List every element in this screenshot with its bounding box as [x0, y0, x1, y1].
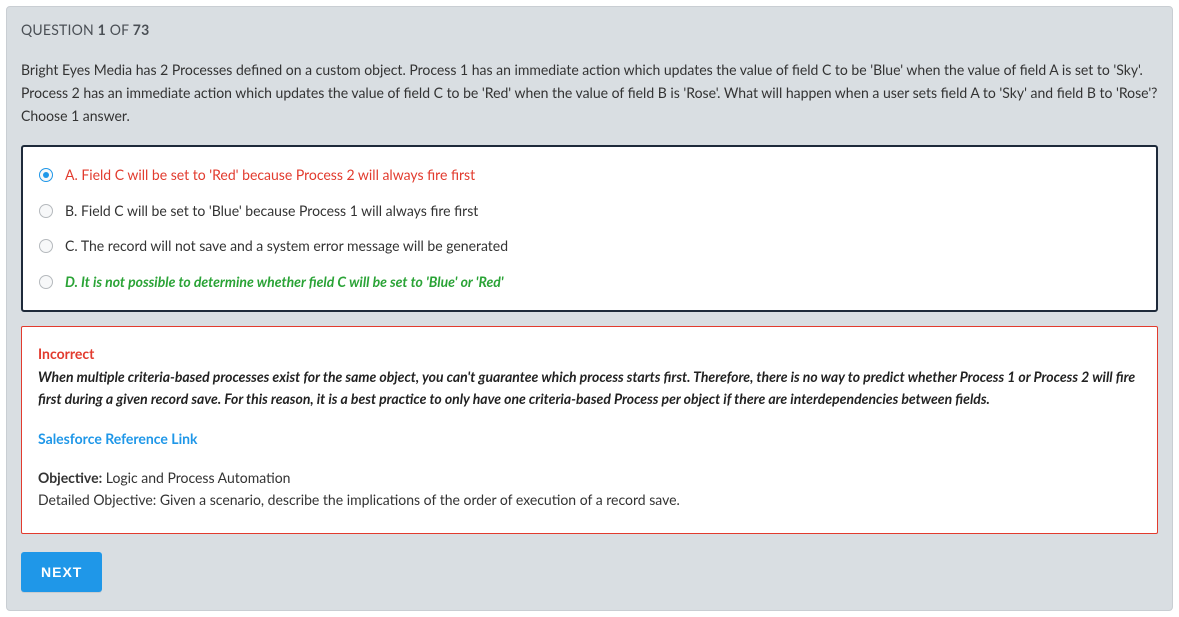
- option-d-label: D. It is not possible to determine wheth…: [65, 272, 504, 292]
- objective-value: Logic and Process Automation: [102, 469, 290, 486]
- option-b[interactable]: B. Field C will be set to 'Blue' because…: [29, 193, 1150, 229]
- radio-icon: [39, 275, 53, 289]
- question-text: Bright Eyes Media has 2 Processes define…: [7, 48, 1172, 145]
- counter-prefix: QUESTION: [21, 21, 98, 38]
- reference-link[interactable]: Salesforce Reference Link: [38, 428, 1141, 450]
- feedback-box: Incorrect When multiple criteria-based p…: [21, 326, 1158, 534]
- next-button[interactable]: NEXT: [21, 552, 102, 592]
- feedback-explanation: When multiple criteria-based processes e…: [38, 366, 1141, 409]
- option-a-label: A. Field C will be set to 'Red' because …: [65, 165, 475, 185]
- question-panel: QUESTION 1 OF 73 Bright Eyes Media has 2…: [6, 6, 1173, 611]
- option-a[interactable]: A. Field C will be set to 'Red' because …: [29, 157, 1150, 193]
- detailed-objective-line: Detailed Objective: Given a scenario, de…: [38, 489, 1141, 511]
- feedback-status: Incorrect: [38, 343, 1141, 365]
- objective-label: Objective:: [38, 469, 102, 486]
- option-b-label: B. Field C will be set to 'Blue' because…: [65, 201, 478, 221]
- option-d[interactable]: D. It is not possible to determine wheth…: [29, 264, 1150, 300]
- radio-icon: [39, 204, 53, 218]
- counter-total: 73: [133, 21, 150, 38]
- radio-icon: [39, 168, 53, 182]
- option-c[interactable]: C. The record will not save and a system…: [29, 228, 1150, 264]
- counter-mid: OF: [106, 21, 133, 38]
- radio-icon: [39, 239, 53, 253]
- footer: NEXT: [7, 552, 1172, 610]
- detailed-objective-value: Given a scenario, describe the implicati…: [156, 491, 680, 508]
- objective-line: Objective: Logic and Process Automation: [38, 467, 1141, 489]
- option-c-label: C. The record will not save and a system…: [65, 236, 508, 256]
- detailed-objective-label: Detailed Objective:: [38, 491, 156, 508]
- answers-container: A. Field C will be set to 'Red' because …: [21, 145, 1158, 311]
- counter-current: 1: [98, 21, 106, 38]
- question-counter: QUESTION 1 OF 73: [7, 7, 1172, 48]
